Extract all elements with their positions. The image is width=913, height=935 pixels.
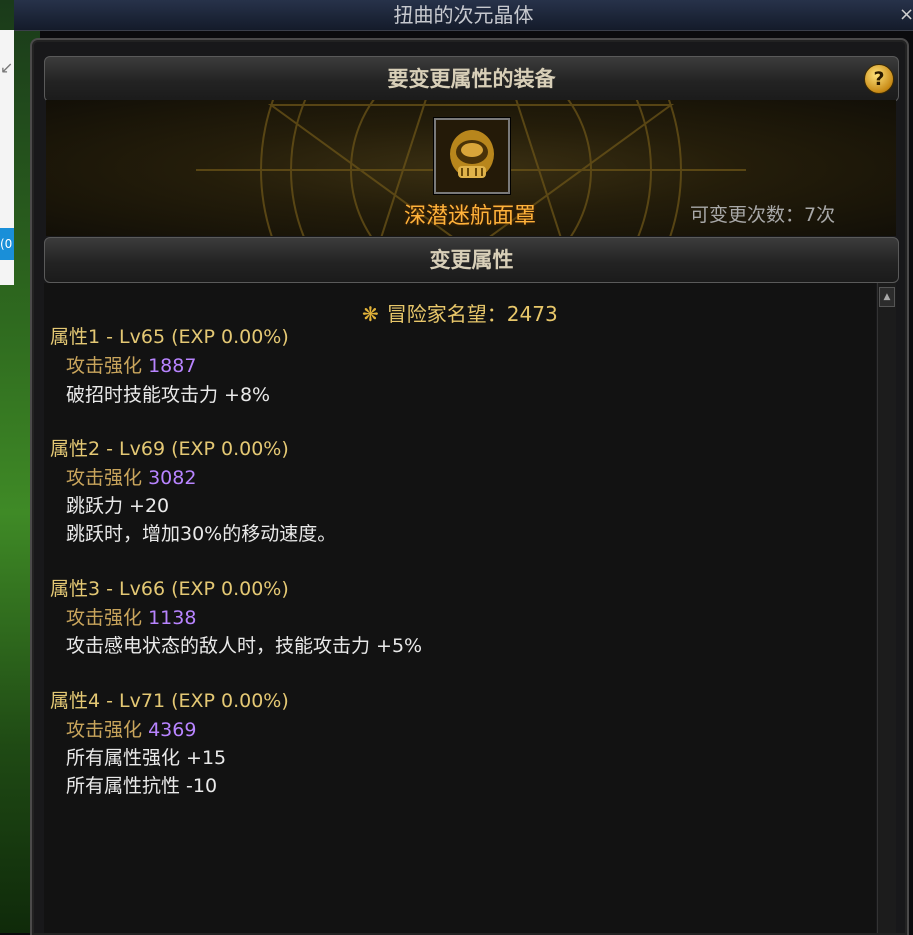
item-name: 深潜迷航面罩	[403, 204, 536, 229]
close-icon[interactable]: ×	[899, 0, 913, 30]
attribute-enhance-row: 攻击强化 4369	[66, 715, 196, 742]
attribute-title: 属性2 - Lv69 (EXP 0.00%)	[50, 438, 289, 460]
attribute-enhance-row: 攻击强化 1887	[66, 351, 196, 378]
change-count-label: 可变更次数：7次	[690, 204, 836, 226]
attribute-title: 属性3 - Lv66 (EXP 0.00%)	[50, 578, 289, 600]
enhance-label: 攻击强化	[66, 719, 143, 741]
attribute-enhance-row: 攻击强化 3082	[66, 463, 196, 490]
scroll-up-icon[interactable]: ▲	[879, 287, 895, 307]
enhance-label: 攻击强化	[66, 355, 143, 377]
equipment-slot[interactable]	[434, 118, 510, 194]
attribute-section-header: 变更属性	[44, 237, 899, 283]
attribute-effect: 破招时技能攻击力 +8%	[66, 384, 271, 406]
background-tab-text: (0	[0, 237, 13, 251]
help-icon[interactable]: ?	[864, 64, 894, 94]
enhance-value: 1138	[148, 607, 197, 629]
attribute-enhance-row: 攻击强化 1138	[66, 603, 196, 630]
scrollbar[interactable]: ▲	[877, 283, 896, 933]
enhance-value: 4369	[148, 719, 197, 741]
attribute-effect: 攻击感电状态的敌人时，技能攻击力 +5%	[66, 635, 423, 657]
enhance-value: 1887	[148, 355, 197, 377]
attribute-effect: 跳跃力 +20	[66, 495, 170, 517]
attribute-title: 属性4 - Lv71 (EXP 0.00%)	[50, 690, 289, 712]
attribute-effect: 跳跃时，增加30%的移动速度。	[66, 523, 337, 545]
attribute-title: 属性1 - Lv65 (EXP 0.00%)	[50, 326, 289, 348]
enhance-label: 攻击强化	[66, 607, 143, 629]
attribute-effect: 所有属性抗性 -10	[66, 775, 218, 797]
arrow-icon: ↙	[0, 58, 14, 77]
equipment-section-header: 要变更属性的装备	[44, 56, 899, 102]
background-tab: (0	[0, 228, 14, 260]
adventurer-fame: ❋ 冒险家名望：2473	[362, 298, 662, 327]
enhance-value: 3082	[148, 467, 197, 489]
fame-emblem-icon: ❋	[362, 302, 379, 326]
attribute-effect: 所有属性强化 +15	[66, 747, 227, 769]
fame-label: 冒险家名望：2473	[386, 302, 558, 326]
diving-mask-icon	[436, 120, 508, 192]
enhance-label: 攻击强化	[66, 467, 143, 489]
window-title: 扭曲的次元晶体	[393, 3, 534, 27]
window-titlebar: 扭曲的次元晶体 ×	[14, 0, 913, 31]
